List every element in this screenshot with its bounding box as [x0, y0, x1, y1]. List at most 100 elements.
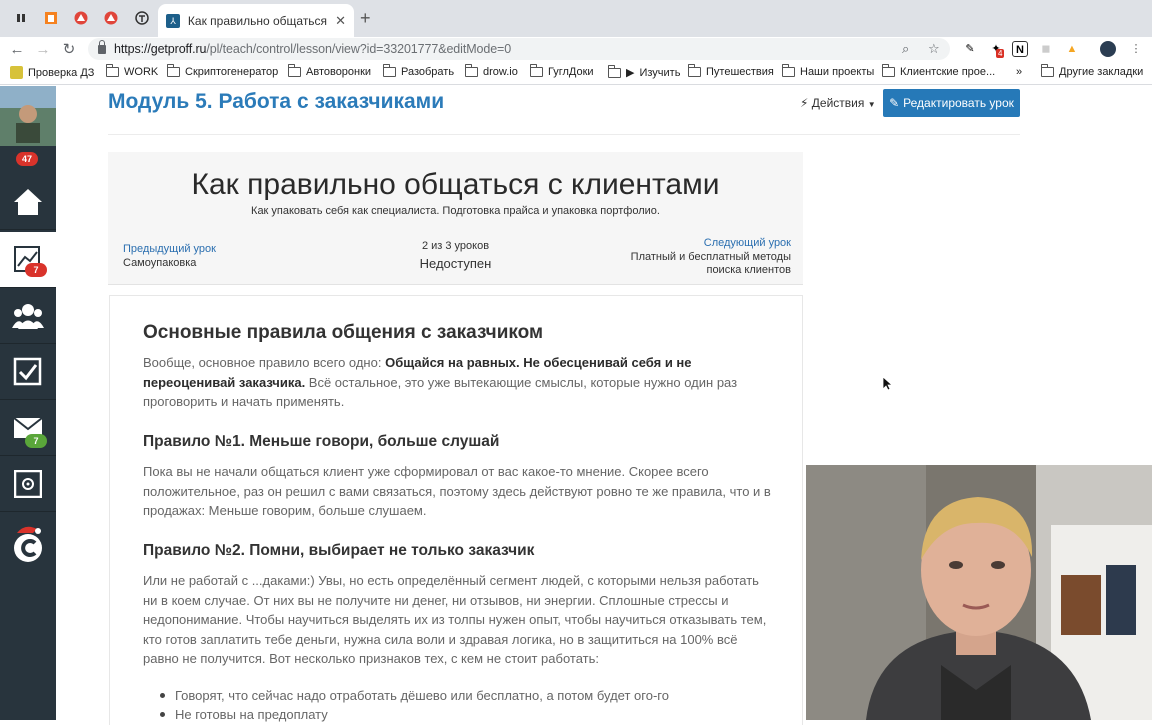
mail-badge: 7	[25, 434, 47, 448]
rule-2-text: Или не работай с ...даками:) Увы, но ест…	[143, 573, 767, 666]
bookmark-googledocs[interactable]: ГуглДоки	[530, 64, 594, 78]
lesson-subtitle: Как упаковать себя как специалиста. Подг…	[251, 205, 660, 217]
tab-strip: ⅄ Как правильно общаться с кл ✕ +	[0, 0, 1152, 37]
lesson-body: Основные правила общения с заказчиком Во…	[109, 295, 803, 725]
bookmark-label: Изучить	[639, 66, 681, 79]
bookmark-projects[interactable]: Наши проекты	[782, 64, 875, 78]
folder-icon	[465, 64, 478, 77]
bookmark-label: drow.io	[483, 66, 518, 78]
warning-list: Говорят, что сейчас надо отработать дёше…	[143, 686, 773, 724]
sidebar-item-getcourse[interactable]	[0, 516, 56, 572]
getproff-favicon-icon: ⅄	[166, 13, 180, 28]
bookmark-travel[interactable]: Путешествия	[688, 64, 774, 78]
bookmark-izuchit[interactable]: ▶ Изучить	[608, 64, 681, 79]
url-input[interactable]: https://getproff.ru/pl/teach/control/les…	[88, 38, 950, 60]
rule-2-heading: Правило №2. Помни, выбирает не только за…	[143, 542, 535, 559]
checkbox-icon	[13, 357, 42, 385]
bookmark-other[interactable]: Другие закладки	[1041, 64, 1144, 78]
folder-icon	[288, 64, 301, 77]
lesson-title: Как правильно общаться с клиентами	[191, 168, 720, 201]
bookmark-favicon-icon	[10, 66, 23, 79]
edit-lesson-button[interactable]: ✎ Редактировать урок	[883, 89, 1020, 117]
extension-chat-icon[interactable]: ◼	[1038, 41, 1054, 57]
next-lesson-link[interactable]: Следующий урок	[704, 237, 791, 249]
stats-badge: 7	[25, 263, 47, 277]
new-tab-icon[interactable]: +	[360, 8, 371, 29]
extension-pen-icon[interactable]: ✎	[962, 41, 978, 57]
sidebar-item-tasks[interactable]	[0, 344, 56, 400]
pinned-tab-bookmark-icon[interactable]	[42, 9, 60, 27]
url-path: /pl/teach/control/lesson/view?id=3320177…	[206, 42, 512, 56]
folder-icon	[782, 64, 795, 77]
list-item: Не готовы на предоплату	[143, 705, 773, 724]
forward-icon[interactable]: →	[34, 41, 52, 59]
play-icon: ▶	[626, 67, 635, 79]
sidebar-item-mail[interactable]	[0, 400, 56, 456]
folder-icon	[383, 64, 396, 77]
bookmark-drowio[interactable]: drow.io	[465, 64, 518, 78]
menu-dots-icon[interactable]: ⋮	[1128, 41, 1144, 57]
list-item: Говорят, что сейчас надо отработать дёше…	[143, 686, 773, 705]
actions-dropdown[interactable]: ⚡ Действия ▼	[800, 96, 876, 110]
rule-1-text: Пока вы не начали общаться клиент уже сф…	[143, 464, 771, 518]
address-bar: ← → ↻ https://getproff.ru/pl/teach/contr…	[0, 37, 1152, 63]
star-icon[interactable]: ☆	[928, 41, 940, 57]
tab-title: Как правильно общаться с кл	[187, 13, 328, 28]
webcam-video	[806, 465, 1152, 720]
bookmarks-bar: Проверка ДЗ WORK Скриптогенератор Автово…	[0, 63, 1152, 85]
pinned-tab-triangle-icon-2[interactable]	[102, 9, 120, 27]
avatar-badge: 47	[16, 152, 38, 166]
bookmark-work[interactable]: WORK	[106, 64, 159, 78]
edit-lesson-label: Редактировать урок	[903, 96, 1014, 110]
lesson-header: Как правильно общаться с клиентами Как у…	[108, 152, 803, 285]
folder-icon	[167, 64, 180, 77]
bookmark-label: Путешествия	[706, 66, 774, 78]
zoom-icon[interactable]: ⌕	[902, 41, 909, 57]
sidebar-item-home[interactable]	[0, 174, 56, 230]
bookmark-label: Разобрать	[401, 66, 455, 78]
sidebar-item-settings[interactable]	[0, 456, 56, 512]
sidebar-avatar[interactable]	[0, 85, 56, 146]
bookmark-autofunnels[interactable]: Автоворонки	[288, 64, 372, 78]
edit-icon: ✎	[889, 96, 900, 110]
bookmark-label: ГуглДоки	[548, 66, 594, 78]
bookmark-client-projects[interactable]: Клиентские прое...	[882, 64, 995, 78]
home-icon	[14, 188, 42, 215]
folder-icon	[688, 64, 701, 77]
divider	[108, 134, 1020, 135]
folder-icon	[106, 64, 119, 77]
folder-icon	[608, 64, 621, 78]
intro-paragraph: Вообще, основное правило всего одно: Общ…	[143, 353, 773, 412]
bookmark-proverka[interactable]: Проверка ДЗ	[10, 66, 94, 79]
next-lesson-name[interactable]: Платный и бесплатный методы поиска клиен…	[621, 251, 791, 277]
pause-icon[interactable]	[12, 9, 30, 27]
bookmark-scriptgen[interactable]: Скриптогенератор	[167, 64, 278, 78]
bookmark-label: Другие закладки	[1059, 66, 1144, 78]
pinned-tab-triangle-icon[interactable]	[72, 9, 90, 27]
presenter-video-frame	[806, 465, 1152, 720]
getcourse-logo-icon	[14, 526, 42, 562]
extension-flame-icon[interactable]: ▲	[1064, 41, 1080, 57]
bookmarks-overflow-icon[interactable]: »	[1016, 66, 1022, 78]
notion-extension-icon[interactable]: N	[1012, 41, 1028, 57]
intro-text: Вообще, основное правило всего одно:	[143, 355, 386, 370]
extension-puzzle-icon[interactable]: ✦4	[988, 41, 1005, 58]
module-title: Модуль 5. Работа с заказчиками	[108, 90, 445, 113]
section-heading: Основные правила общения с заказчиком	[143, 322, 544, 343]
active-tab[interactable]: ⅄ Как правильно общаться с кл ✕	[158, 4, 354, 37]
sidebar-item-stats[interactable]	[0, 232, 56, 288]
reload-icon[interactable]: ↻	[60, 41, 78, 59]
avatar	[0, 85, 56, 146]
close-icon[interactable]: ✕	[335, 13, 346, 29]
profile-avatar[interactable]	[1100, 41, 1116, 57]
mouse-cursor-icon	[882, 376, 892, 391]
sidebar-item-users[interactable]	[0, 288, 56, 344]
bookmark-label: Автоворонки	[306, 66, 372, 78]
bookmark-razobrat[interactable]: Разобрать	[383, 64, 455, 78]
back-icon[interactable]: ←	[8, 41, 26, 59]
bookmark-label: Наши проекты	[800, 66, 875, 78]
folder-icon	[530, 64, 543, 77]
pinned-tab-circle-icon[interactable]	[133, 9, 151, 27]
bookmark-label: WORK	[124, 66, 159, 78]
caret-down-icon: ▼	[867, 100, 876, 109]
